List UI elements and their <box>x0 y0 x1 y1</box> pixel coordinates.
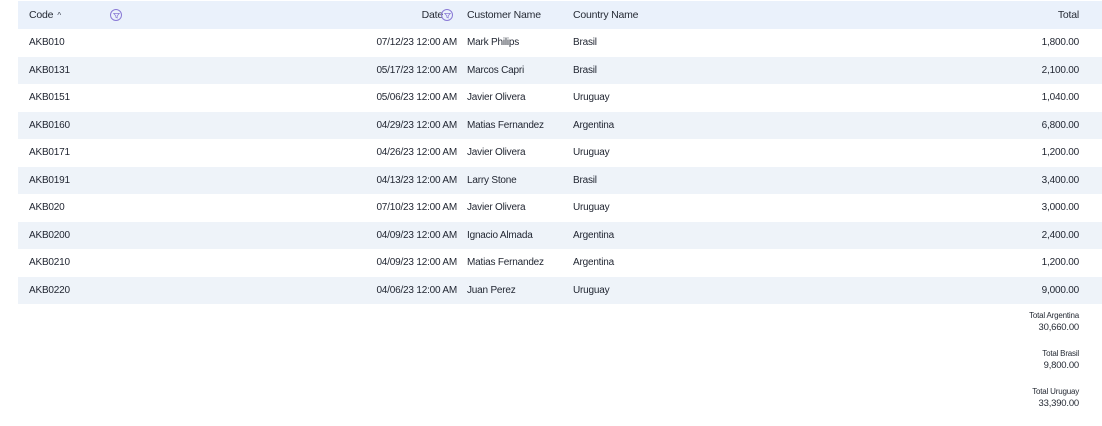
total-value: 9,800.00 <box>1043 360 1080 371</box>
cell-code: AKB010 <box>29 37 65 49</box>
cell-customer: Matias Fernandez <box>467 119 544 131</box>
cell-date: 04/06/23 12:00 AM <box>376 284 457 296</box>
table-row[interactable]: AKB0200 04/09/23 12:00 AM Ignacio Almada… <box>18 221 1102 249</box>
cell-customer: Larry Stone <box>467 174 517 186</box>
cell-code: AKB0131 <box>29 64 70 76</box>
cell-country: Argentina <box>573 119 615 131</box>
cell-date: 04/09/23 12:00 AM <box>376 229 457 241</box>
table-row[interactable]: AKB0151 05/06/23 12:00 AM Javier Olivera… <box>18 84 1102 112</box>
cell-country: Uruguay <box>573 147 610 159</box>
total-argentina: Total Argentina 30,660.00 <box>879 310 1079 335</box>
cell-country: Brasil <box>573 174 597 186</box>
table-row[interactable]: AKB010 07/12/23 12:00 AM Mark Philips Br… <box>18 29 1102 57</box>
cell-total: 6,800.00 <box>1041 119 1080 131</box>
cell-customer: Ignacio Almada <box>467 229 533 241</box>
total-uruguay: Total Uruguay 33,390.00 <box>879 386 1079 411</box>
column-header-country[interactable]: Country Name <box>573 1 693 29</box>
cell-country: Argentina <box>573 257 615 269</box>
cell-total: 3,400.00 <box>1041 174 1080 186</box>
cell-date: 04/26/23 12:00 AM <box>376 147 457 159</box>
cell-total: 2,100.00 <box>1041 64 1080 76</box>
cell-customer: Mark Philips <box>467 37 520 49</box>
column-header-code[interactable]: Code ^ <box>29 1 149 29</box>
cell-total: 1,800.00 <box>1041 37 1080 49</box>
table-row[interactable]: AKB020 07/10/23 12:00 AM Javier Olivera … <box>18 194 1102 222</box>
cell-date: 04/09/23 12:00 AM <box>376 257 457 269</box>
total-label: Total Uruguay <box>1032 387 1079 396</box>
cell-total: 2,400.00 <box>1041 229 1080 241</box>
cell-date: 04/13/23 12:00 AM <box>376 174 457 186</box>
sort-ascending-icon[interactable]: ^ <box>57 11 61 20</box>
cell-code: AKB0160 <box>29 119 70 131</box>
group-totals: Total Argentina 30,660.00 Total Brasil 9… <box>879 310 1079 424</box>
total-label: Total Brasil <box>1042 349 1079 358</box>
table-row[interactable]: AKB0191 04/13/23 12:00 AM Larry Stone Br… <box>18 166 1102 194</box>
column-header-date-label: Date <box>421 9 444 21</box>
cell-customer: Javier Olivera <box>467 92 526 104</box>
column-header-customer-label: Customer Name <box>467 9 541 21</box>
filter-icon[interactable] <box>441 9 453 21</box>
table-row[interactable]: AKB0131 05/17/23 12:00 AM Marcos Capri B… <box>18 56 1102 84</box>
cell-date: 05/17/23 12:00 AM <box>376 64 457 76</box>
cell-code: AKB0151 <box>29 92 70 104</box>
table-row[interactable]: AKB0210 04/09/23 12:00 AM Matias Fernand… <box>18 249 1102 277</box>
grid-header: Code ^ Date Customer Name Country Name T… <box>18 1 1102 29</box>
cell-customer: Javier Olivera <box>467 202 526 214</box>
code-filter-button[interactable] <box>110 1 124 29</box>
cell-country: Uruguay <box>573 284 610 296</box>
column-header-code-label: Code <box>29 9 54 21</box>
cell-code: AKB0171 <box>29 147 70 159</box>
total-value: 33,390.00 <box>1038 398 1080 409</box>
cell-total: 9,000.00 <box>1041 284 1080 296</box>
cell-country: Brasil <box>573 37 597 49</box>
cell-code: AKB020 <box>29 202 65 214</box>
cell-country: Uruguay <box>573 202 610 214</box>
column-header-total-label: Total <box>1057 9 1079 21</box>
filter-icon[interactable] <box>110 9 122 21</box>
cell-code: AKB0210 <box>29 257 70 269</box>
cell-country: Uruguay <box>573 92 610 104</box>
total-label: Total Argentina <box>1029 311 1079 320</box>
cell-customer: Marcos Capri <box>467 64 525 76</box>
date-filter-button[interactable] <box>441 1 455 29</box>
column-header-customer[interactable]: Customer Name <box>467 1 567 29</box>
cell-total: 1,040.00 <box>1041 92 1080 104</box>
column-header-country-label: Country Name <box>573 9 639 21</box>
cell-code: AKB0220 <box>29 284 70 296</box>
cell-customer: Matias Fernandez <box>467 257 544 269</box>
cell-customer: Juan Perez <box>467 284 516 296</box>
table-row[interactable]: AKB0160 04/29/23 12:00 AM Matias Fernand… <box>18 111 1102 139</box>
cell-total: 1,200.00 <box>1041 147 1080 159</box>
column-header-total[interactable]: Total <box>939 1 1079 29</box>
table-row[interactable]: AKB0220 04/06/23 12:00 AM Juan Perez Uru… <box>18 276 1102 304</box>
data-grid: Code ^ Date Customer Name Country Name T… <box>18 1 1102 304</box>
cell-country: Brasil <box>573 64 597 76</box>
total-value: 30,660.00 <box>1038 322 1080 333</box>
table-row[interactable]: AKB0171 04/26/23 12:00 AM Javier Olivera… <box>18 139 1102 167</box>
cell-date: 04/29/23 12:00 AM <box>376 119 457 131</box>
cell-total: 3,000.00 <box>1041 202 1080 214</box>
cell-country: Argentina <box>573 229 615 241</box>
cell-customer: Javier Olivera <box>467 147 526 159</box>
cell-total: 1,200.00 <box>1041 257 1080 269</box>
cell-date: 05/06/23 12:00 AM <box>376 92 457 104</box>
cell-code: AKB0200 <box>29 229 70 241</box>
cell-code: AKB0191 <box>29 174 70 186</box>
cell-date: 07/10/23 12:00 AM <box>376 202 457 214</box>
total-brasil: Total Brasil 9,800.00 <box>879 348 1079 373</box>
cell-date: 07/12/23 12:00 AM <box>376 37 457 49</box>
